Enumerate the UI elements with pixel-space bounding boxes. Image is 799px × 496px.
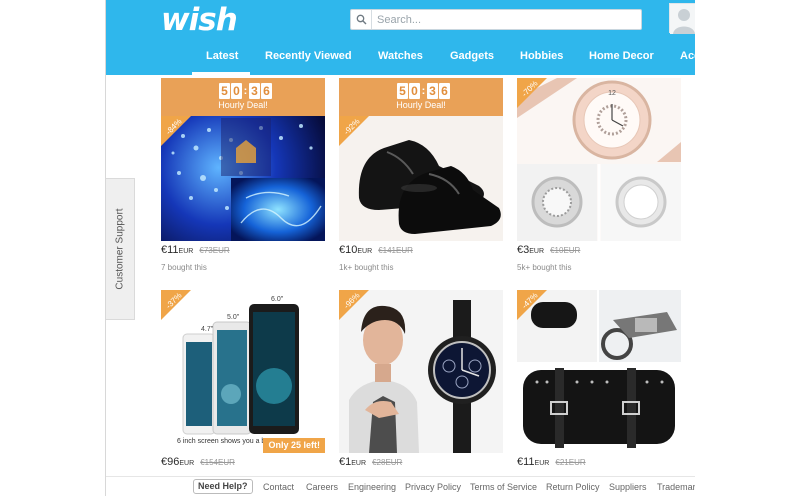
header-bar: wish Latest Recently (106, 0, 695, 75)
product-card[interactable]: 5 0 : 3 6 Hourly Deal! -84% €11EUR €73EU… (161, 78, 325, 283)
deal-countdown: 5 0 : 3 6 (219, 82, 272, 99)
price: €96 (161, 456, 180, 468)
price: €11 (161, 244, 179, 256)
tab-home-decor[interactable]: Home Decor (589, 50, 654, 62)
hourly-deal-banner: 5 0 : 3 6 Hourly Deal! (161, 78, 325, 116)
tab-recently-viewed[interactable]: Recently Viewed (265, 50, 352, 62)
phone-size-label: 4.7" (201, 326, 214, 333)
price-unit: EUR (534, 460, 550, 467)
need-help-button[interactable]: Need Help? (193, 479, 253, 494)
original-price: €154EUR (200, 458, 235, 467)
countdown-separator: : (243, 84, 248, 97)
price-row: €3EUR €10EUR (517, 244, 580, 256)
tab-accessories[interactable]: Acc (680, 50, 695, 62)
footer-link-careers[interactable]: Careers (306, 482, 338, 492)
price: €3 (517, 244, 530, 256)
user-avatar[interactable] (669, 3, 695, 34)
tab-hobbies[interactable]: Hobbies (520, 50, 563, 62)
footer-link-engineering[interactable]: Engineering (348, 482, 396, 492)
footer-link-contact[interactable]: Contact (263, 482, 294, 492)
original-price: €73EUR (199, 246, 230, 255)
sold-count: 5k+ bought this (517, 263, 572, 272)
price-row: €11EUR €73EUR (161, 244, 230, 256)
countdown-digit: 0 (231, 82, 242, 99)
countdown-digit: 6 (261, 82, 272, 99)
product-card[interactable]: 4.7" 5.0" 6.0" 6 inch screen shows you a… (161, 290, 325, 495)
phone-size-label: 5.0" (227, 314, 240, 321)
sold-count: 1k+ bought this (339, 263, 394, 272)
product-card[interactable]: 5 0 : 3 6 Hourly Deal! -92% €10EUR €141E… (339, 78, 503, 283)
customer-support-tab[interactable]: Customer Support (106, 178, 135, 320)
svg-text:12: 12 (608, 90, 616, 97)
product-card[interactable]: -47% €11EUR €21EUR (517, 290, 681, 495)
countdown-digit: 3 (249, 82, 260, 99)
countdown-digit: 0 (409, 82, 420, 99)
price-unit: EUR (179, 460, 195, 467)
price: €10 (339, 244, 358, 256)
footer-bar: Need Help? Contact Careers Engineering P… (106, 476, 695, 496)
hourly-deal-banner: 5 0 : 3 6 Hourly Deal! (339, 78, 503, 116)
category-nav: Latest Recently Viewed Watches Gadgets H… (106, 44, 695, 75)
price-row: €96EUR €154EUR (161, 456, 235, 468)
tab-latest[interactable]: Latest (206, 50, 238, 62)
tab-gadgets[interactable]: Gadgets (450, 50, 494, 62)
stock-warning: Only 25 left! (263, 438, 325, 453)
price-unit: EUR (178, 248, 194, 255)
footer-link-terms[interactable]: Terms of Service (470, 482, 537, 492)
price: €1 (339, 456, 352, 468)
tab-watches[interactable]: Watches (378, 50, 423, 62)
price-unit: EUR (351, 460, 367, 467)
wish-logo[interactable]: wish (161, 2, 238, 38)
footer-link-return-policy[interactable]: Return Policy (546, 482, 600, 492)
original-price: €21EUR (555, 458, 586, 467)
price-unit: EUR (357, 248, 373, 255)
footer-link-trademark[interactable]: Trademark (657, 482, 695, 492)
search-input[interactable] (377, 11, 635, 28)
browser-page: wish Latest Recently (0, 0, 799, 496)
search-box[interactable] (350, 9, 642, 30)
wish-page: wish Latest Recently (106, 0, 695, 496)
countdown-digit: 5 (219, 82, 230, 99)
image-caption: 6 inch screen shows you a b (177, 438, 265, 445)
active-tab-indicator (192, 72, 250, 75)
product-card[interactable]: 12 -70% €3EUR €10EUR 5k+ bought this (517, 78, 681, 283)
deal-label: Hourly Deal! (396, 100, 446, 110)
phone-size-label: 6.0" (271, 296, 284, 303)
search-icon[interactable] (351, 10, 372, 29)
price: €11 (517, 456, 535, 468)
footer-link-privacy-policy[interactable]: Privacy Policy (405, 482, 461, 492)
price-unit: EUR (529, 248, 545, 255)
countdown-digit: 5 (397, 82, 408, 99)
product-card[interactable]: -96% €1EUR €28EUR (339, 290, 503, 495)
price-row: €11EUR €21EUR (517, 456, 586, 468)
customer-support-label: Customer Support (114, 208, 126, 290)
price-row: €10EUR €141EUR (339, 244, 413, 256)
deal-countdown: 5 0 : 3 6 (397, 82, 450, 99)
countdown-separator: : (421, 84, 426, 97)
original-price: €141EUR (378, 246, 413, 255)
countdown-digit: 3 (427, 82, 438, 99)
original-price: €10EUR (550, 246, 581, 255)
original-price: €28EUR (372, 458, 403, 467)
footer-link-suppliers[interactable]: Suppliers (609, 482, 647, 492)
deal-label: Hourly Deal! (218, 100, 268, 110)
countdown-digit: 6 (439, 82, 450, 99)
sold-count: 7 bought this (161, 263, 207, 272)
price-row: €1EUR €28EUR (339, 456, 402, 468)
